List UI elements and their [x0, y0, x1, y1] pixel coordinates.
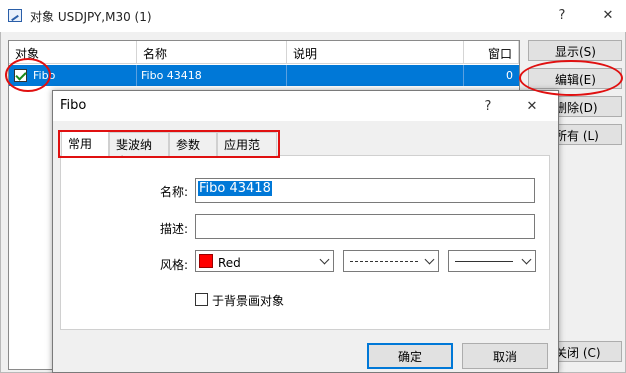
chevron-down-icon	[319, 254, 330, 265]
solid-line-icon	[455, 261, 513, 262]
help-button[interactable]: ?	[544, 0, 580, 30]
background-checkbox[interactable]	[195, 293, 208, 306]
show-button[interactable]: 显示(S)	[528, 40, 622, 61]
column-header-name[interactable]: 名称	[137, 41, 287, 64]
color-value: Red	[218, 256, 241, 270]
annotation-circle-checkbox	[5, 58, 51, 92]
row-window-cell: 0	[506, 69, 513, 82]
chevron-down-icon	[424, 254, 435, 265]
name-input[interactable]: Fibo 43418	[195, 178, 535, 203]
chart-icon	[8, 9, 22, 22]
chevron-down-icon	[521, 254, 532, 265]
annotation-circle-edit	[519, 60, 623, 96]
line-style-select[interactable]	[343, 250, 439, 272]
color-select[interactable]	[195, 250, 334, 272]
ok-button[interactable]: 确定	[367, 343, 453, 369]
close-window-button[interactable]: ✕	[590, 0, 626, 30]
line-width-select[interactable]	[448, 250, 536, 272]
cancel-button[interactable]: 取消	[462, 343, 548, 369]
row-description-cell	[287, 65, 464, 86]
name-label: 名称:	[159, 185, 188, 199]
row-name-cell: Fibo 43418	[137, 65, 287, 86]
dialog-title: Fibo	[60, 98, 87, 113]
column-header-window[interactable]: 窗口	[464, 41, 519, 64]
dashed-line-icon	[350, 261, 418, 262]
color-swatch	[199, 254, 213, 268]
column-header-description[interactable]: 说明	[287, 41, 464, 64]
window-title: 对象 USDJPY,M30 (1)	[30, 10, 152, 24]
description-input[interactable]	[195, 214, 535, 239]
name-input-value: Fibo 43418	[198, 181, 272, 196]
annotation-box-tabs	[58, 130, 280, 158]
description-label: 描述:	[159, 222, 188, 236]
dialog-help-button[interactable]: ?	[470, 91, 506, 121]
style-label: 风格:	[159, 258, 188, 272]
dialog-close-button[interactable]: ✕	[514, 91, 550, 121]
background-checkbox-label: 于背景画对象	[212, 294, 285, 308]
